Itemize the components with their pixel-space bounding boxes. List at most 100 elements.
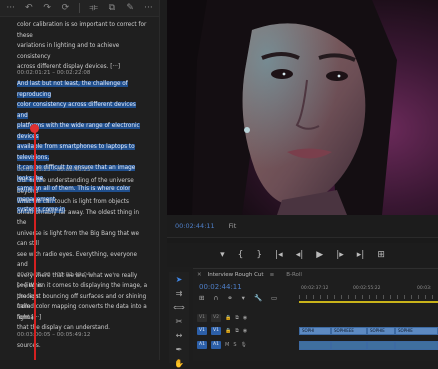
- track-v1: V1 V1 🔒 ⧉ ◉ SOPHI SOPHIEEE SOPHIE SOPHIE: [193, 326, 438, 336]
- video-clip[interactable]: SOPHIEEE: [331, 327, 367, 335]
- transcript-line: color calibration is so important to cor…: [17, 22, 147, 39]
- monitor-playhead-timecode[interactable]: 00:02:44:11: [175, 222, 215, 230]
- timeline-tabs: ✕ Interview Rough Cut ≡ B-Roll: [193, 269, 438, 281]
- work-area-bar[interactable]: [299, 301, 438, 303]
- track-lane[interactable]: SOPHI SOPHIEEE SOPHIE SOPHIE: [299, 327, 438, 335]
- time-ruler[interactable]: 00:02:37:12 00:02:55:22 00:03:: [299, 283, 438, 301]
- more-icon[interactable]: ···: [6, 3, 15, 13]
- track-target[interactable]: V2: [211, 314, 221, 322]
- transcript-segment[interactable]: 00:02:31:00 – 00:02:49:04 [···] When it …: [17, 272, 148, 334]
- transcript-line: color consistency across different devic…: [17, 102, 136, 119]
- transcript-playhead-handle[interactable]: [30, 124, 39, 133]
- monitor-timecode-bar: 00:02:44:11 Fit: [167, 215, 438, 237]
- play-icon[interactable]: ▶: [316, 250, 323, 260]
- transcript-line: And last but not least, the challenge of…: [17, 81, 128, 98]
- transcript-playhead-line[interactable]: [34, 128, 36, 360]
- transcript-line: universe is light from the Big Bang that…: [17, 230, 140, 248]
- eye-icon[interactable]: ◉: [243, 328, 247, 334]
- pencil-icon[interactable]: ✎: [126, 3, 135, 13]
- transcript-segment[interactable]: 00:03:00:05 – 00:05:49:12 sources.: [17, 332, 148, 352]
- go-to-out-icon[interactable]: ▸|: [357, 250, 365, 260]
- tools-panel: ➤ ⇉ ⟺ ✂ ↔ ✒ ✋: [169, 272, 189, 368]
- video-frame-portrait: [167, 0, 438, 215]
- video-clip[interactable]: SOPHIE: [395, 327, 438, 335]
- go-to-in-icon[interactable]: |◂: [275, 250, 283, 260]
- segment-text[interactable]: sources.: [17, 341, 148, 352]
- track-header: V1 V1 🔒 ⧉ ◉: [193, 327, 297, 335]
- selection-tool-icon[interactable]: ➤: [176, 275, 183, 285]
- source-patch[interactable]: A1: [197, 341, 207, 349]
- audio-clip[interactable]: [367, 341, 395, 350]
- ruler-label: 00:03:: [417, 286, 432, 291]
- video-clip[interactable]: SOPHI: [299, 327, 331, 335]
- ruler-ticks: [299, 295, 438, 299]
- pen-icon[interactable]: ✒: [176, 345, 183, 355]
- track-select-icon[interactable]: ⇉: [176, 289, 183, 299]
- razor-icon[interactable]: ✂: [176, 317, 183, 327]
- sync-icon[interactable]: ⟳: [61, 3, 70, 13]
- hand-icon[interactable]: ✋: [174, 359, 184, 369]
- mark-in-icon[interactable]: {: [238, 250, 244, 260]
- merge-icon[interactable]: ⧉: [107, 3, 116, 13]
- transcript-line: what we can touch is light from objects: [17, 199, 129, 205]
- transcript-line: called color mapping converts the data i…: [17, 304, 147, 321]
- track-target[interactable]: V1: [211, 327, 221, 335]
- toolbar-divider: [79, 3, 80, 13]
- transcript-line: Our entire understanding of the universe…: [17, 178, 134, 195]
- transcript-segment[interactable]: color calibration is so important to cor…: [17, 20, 148, 73]
- eye-icon[interactable]: ◉: [243, 315, 247, 321]
- sync-lock-icon[interactable]: ⧉: [235, 328, 239, 334]
- lock-icon[interactable]: 🔒: [225, 315, 231, 321]
- ripple-edit-icon[interactable]: ⟺: [173, 303, 184, 313]
- more-options-icon[interactable]: ···: [144, 3, 153, 13]
- track-lane[interactable]: [299, 314, 438, 322]
- wrench-icon[interactable]: 🔧: [254, 294, 262, 302]
- segment-text[interactable]: [···] When it comes to displaying the im…: [17, 281, 148, 334]
- segment-timecode: 00:02:03:23 – 00:02:40:23: [17, 167, 91, 173]
- add-marker-icon[interactable]: ▾: [220, 250, 225, 260]
- transcript-toolbar: ··· ↶ ↷ ⟳ ⟚ ⧉ ✎ ···: [0, 0, 159, 17]
- segment-timecode: 00:02:01:21 – 00:02:22:08: [17, 70, 91, 76]
- add-marker-icon[interactable]: ▾: [242, 294, 245, 302]
- track-header: A1 A1 M S 🎙: [193, 341, 297, 349]
- split-icon[interactable]: ⟚: [89, 3, 98, 13]
- source-patch[interactable]: V1: [197, 327, 207, 335]
- solo-icon[interactable]: S: [233, 342, 236, 348]
- track-lane[interactable]: [299, 341, 438, 350]
- lock-icon[interactable]: 🔒: [225, 328, 231, 334]
- tab-b-roll[interactable]: B-Roll: [286, 272, 302, 278]
- tab-menu-icon[interactable]: ≡: [270, 272, 275, 278]
- undo-icon[interactable]: ↶: [24, 3, 33, 13]
- mic-icon[interactable]: 🎙: [241, 342, 247, 348]
- track-a1: A1 A1 M S 🎙: [193, 340, 438, 350]
- track-header: V1 V2 🔒 ⧉ ◉: [193, 314, 297, 322]
- step-back-icon[interactable]: ◂|: [296, 250, 304, 260]
- transcript-line: see with radio eyes. Everything, everyon…: [17, 251, 137, 269]
- track-target[interactable]: A1: [211, 341, 221, 349]
- snap-icon[interactable]: ∩: [213, 294, 218, 302]
- captions-icon[interactable]: ▭: [271, 294, 277, 302]
- audio-clip[interactable]: [395, 341, 438, 350]
- linked-selection-icon[interactable]: ⚭: [227, 294, 232, 302]
- sync-lock-icon[interactable]: ⧉: [235, 315, 239, 321]
- track-v2: V1 V2 🔒 ⧉ ◉: [193, 313, 438, 323]
- video-clip[interactable]: SOPHIE: [367, 327, 395, 335]
- export-frame-icon[interactable]: ⊞: [377, 250, 385, 260]
- segment-timecode: 00:03:00:05 – 00:05:49:12: [17, 332, 91, 338]
- close-tab-icon[interactable]: ✕: [197, 272, 202, 278]
- mark-out-icon[interactable]: }: [256, 250, 262, 260]
- redo-icon[interactable]: ↷: [43, 3, 52, 13]
- ruler-label: 00:02:37:12: [301, 286, 329, 291]
- timeline-timecode[interactable]: 00:02:44:11: [199, 283, 242, 291]
- monitor-transport-controls: ▾ { } |◂ ◂| ▶ |▸ ▸| ⊞: [167, 243, 438, 267]
- slip-icon[interactable]: ↔: [176, 331, 183, 341]
- mute-icon[interactable]: M: [225, 342, 229, 348]
- tab-interview-rough-cut[interactable]: Interview Rough Cut: [208, 272, 264, 278]
- audio-clip[interactable]: [331, 341, 367, 350]
- source-patch[interactable]: V1: [197, 314, 207, 322]
- zoom-fit-dropdown[interactable]: Fit: [229, 222, 237, 230]
- segment-text[interactable]: color calibration is so important to cor…: [17, 20, 148, 73]
- step-forward-icon[interactable]: |▸: [336, 250, 344, 260]
- insert-overwrite-icon[interactable]: ⊞: [199, 294, 204, 302]
- audio-clip[interactable]: [299, 341, 331, 350]
